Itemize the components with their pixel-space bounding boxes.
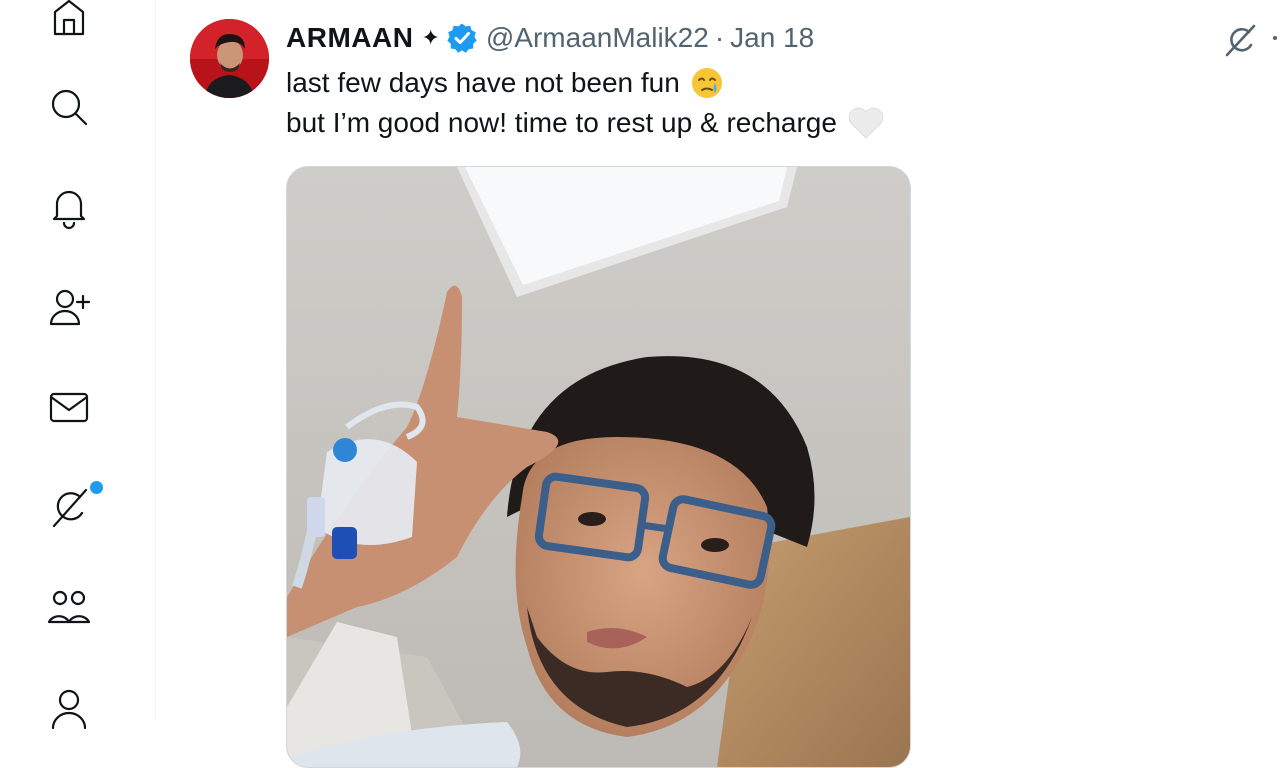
nav-follow[interactable] [40,278,98,336]
tweet-text: last few days have not been fun but I’m … [286,63,885,143]
nav-communities[interactable] [40,578,98,636]
side-navigation [0,0,156,730]
separator-dot: · [714,22,725,53]
tweet-date[interactable]: Jan 18 [730,22,814,54]
mail-icon [49,392,89,423]
tweet-photo[interactable] [286,166,911,768]
nav-explore[interactable] [40,78,98,136]
tweet-text-line2: but I’m good now! time to rest up & rech… [286,107,837,138]
search-icon [51,89,88,126]
white-heart-icon [848,107,884,139]
nav-profile[interactable] [40,678,98,736]
avatar-image [190,19,269,98]
author-name[interactable]: ARMAAN [286,22,413,54]
add-user-icon [49,289,91,326]
tweet-header: ARMAAN ✦ @ArmaanMalik22 · Jan 18 [286,18,814,58]
communities-icon [47,590,91,624]
nav-notifications[interactable] [40,178,98,236]
sparkle-icon: ✦ [421,25,440,50]
nav-messages[interactable] [40,378,98,436]
profile-icon [51,689,87,730]
bell-icon [52,190,86,230]
grok-explain-button[interactable] [1220,20,1260,60]
grok-icon [52,488,88,528]
nav-home[interactable] [40,0,98,44]
grok-badge-dot [88,479,105,496]
author-handle[interactable]: @ArmaanMalik22 [486,22,709,54]
grok-icon [1225,24,1256,57]
avatar[interactable] [190,19,269,98]
face-holding-back-tears-icon [691,68,722,98]
hospital-selfie-photo [287,167,910,767]
tweet[interactable]: ARMAAN ✦ @ArmaanMalik22 · Jan 18 last fe… [157,0,1280,768]
verified-badge-icon [447,23,477,53]
tweet-text-line1: last few days have not been fun [286,67,680,98]
more-options-icon[interactable] [1273,36,1277,40]
home-icon [53,0,85,36]
